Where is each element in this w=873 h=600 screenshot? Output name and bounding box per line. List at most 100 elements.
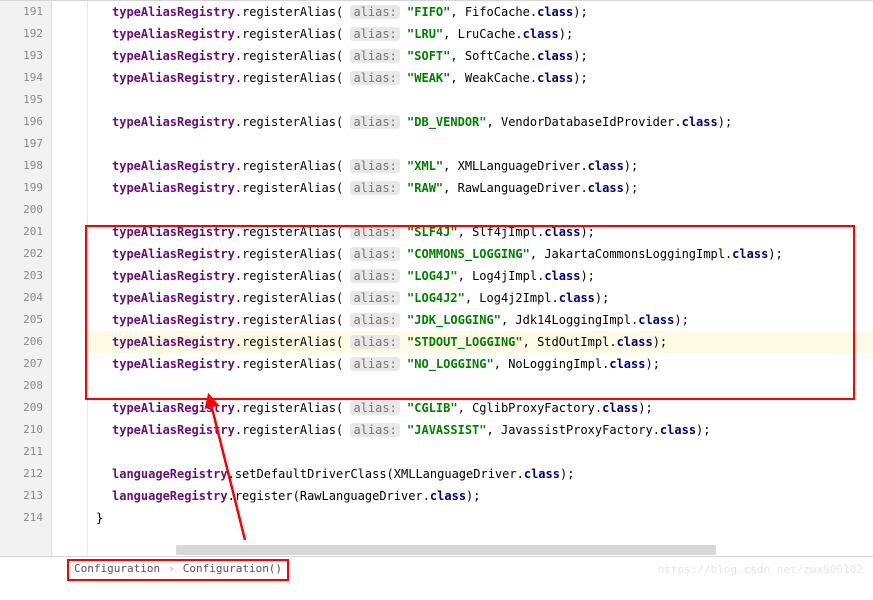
method-call: registerAlias: [242, 115, 336, 129]
punctuation: .: [235, 401, 242, 415]
class-reference: Log4jImpl: [472, 269, 537, 283]
line-number[interactable]: 210: [0, 419, 43, 441]
code-line[interactable]: typeAliasRegistry.registerAlias( alias: …: [88, 265, 873, 287]
field-reference: typeAliasRegistry: [112, 291, 235, 305]
keyword: class: [588, 159, 624, 173]
field-reference: typeAliasRegistry: [112, 181, 235, 195]
line-number[interactable]: 202: [0, 243, 43, 265]
punctuation: );: [645, 357, 659, 371]
line-number[interactable]: 201: [0, 221, 43, 243]
line-number[interactable]: 204: [0, 287, 43, 309]
keyword: class: [617, 335, 653, 349]
code-line[interactable]: typeAliasRegistry.registerAlias( alias: …: [88, 111, 873, 133]
code-line[interactable]: typeAliasRegistry.registerAlias( alias: …: [88, 331, 873, 353]
indent-guide: [52, 1, 88, 556]
punctuation: }: [96, 511, 103, 525]
code-line[interactable]: typeAliasRegistry.registerAlias( alias: …: [88, 353, 873, 375]
line-number[interactable]: 207: [0, 353, 43, 375]
code-line[interactable]: typeAliasRegistry.registerAlias( alias: …: [88, 309, 873, 331]
code-line[interactable]: typeAliasRegistry.registerAlias( alias: …: [88, 397, 873, 419]
line-number-gutter[interactable]: 1911921931941951961971981992002012022032…: [0, 1, 52, 556]
punctuation: .: [235, 5, 242, 19]
code-line[interactable]: languageRegistry.register(RawLanguageDri…: [88, 485, 873, 507]
field-reference: typeAliasRegistry: [112, 115, 235, 129]
punctuation: );: [573, 5, 587, 19]
breadcrumb-item-class[interactable]: Configuration: [70, 562, 164, 575]
line-number[interactable]: 212: [0, 463, 43, 485]
line-number[interactable]: 193: [0, 45, 43, 67]
string-literal: "SLF4J": [407, 225, 458, 239]
code-line[interactable]: [88, 89, 873, 111]
line-number[interactable]: 192: [0, 23, 43, 45]
code-line[interactable]: typeAliasRegistry.registerAlias( alias: …: [88, 23, 873, 45]
method-call: registerAlias: [242, 71, 336, 85]
punctuation: [400, 181, 407, 195]
watermark-text: https://blog.csdn.net/zwx900102: [658, 563, 863, 576]
line-number[interactable]: 203: [0, 265, 43, 287]
code-line[interactable]: [88, 199, 873, 221]
punctuation: );: [580, 225, 594, 239]
string-literal: "CGLIB": [407, 401, 458, 415]
line-number[interactable]: 205: [0, 309, 43, 331]
code-line[interactable]: [88, 133, 873, 155]
code-line[interactable]: typeAliasRegistry.registerAlias( alias: …: [88, 1, 873, 23]
punctuation: [400, 401, 407, 415]
punctuation: [400, 313, 407, 327]
keyword: class: [638, 313, 674, 327]
keyword: class: [537, 49, 573, 63]
keyword: class: [602, 401, 638, 415]
code-line[interactable]: languageRegistry.setDefaultDriverClass(X…: [88, 463, 873, 485]
punctuation: );: [560, 467, 574, 481]
line-number[interactable]: 195: [0, 89, 43, 111]
code-editor[interactable]: typeAliasRegistry.registerAlias( alias: …: [88, 1, 873, 556]
string-literal: "RAW": [407, 181, 443, 195]
line-number[interactable]: 214: [0, 507, 43, 529]
line-number[interactable]: 194: [0, 67, 43, 89]
punctuation: );: [696, 423, 710, 437]
code-line[interactable]: [88, 441, 873, 463]
line-number[interactable]: 198: [0, 155, 43, 177]
field-reference: languageRegistry: [112, 489, 228, 503]
line-number[interactable]: 191: [0, 1, 43, 23]
line-number[interactable]: 208: [0, 375, 43, 397]
punctuation: [400, 115, 407, 129]
punctuation: .: [235, 357, 242, 371]
parameter-hint: alias:: [350, 313, 399, 327]
line-number[interactable]: 196: [0, 111, 43, 133]
code-line[interactable]: typeAliasRegistry.registerAlias( alias: …: [88, 419, 873, 441]
code-line[interactable]: typeAliasRegistry.registerAlias( alias: …: [88, 221, 873, 243]
method-call: registerAlias: [242, 5, 336, 19]
line-number[interactable]: 199: [0, 177, 43, 199]
code-line[interactable]: typeAliasRegistry.registerAlias( alias: …: [88, 155, 873, 177]
code-line[interactable]: typeAliasRegistry.registerAlias( alias: …: [88, 67, 873, 89]
line-number[interactable]: 197: [0, 133, 43, 155]
line-number[interactable]: 200: [0, 199, 43, 221]
class-reference: RawLanguageDriver: [458, 181, 581, 195]
line-number[interactable]: 213: [0, 485, 43, 507]
breadcrumb-item-method[interactable]: Configuration(): [179, 562, 286, 575]
code-line[interactable]: }: [88, 507, 873, 529]
keyword: class: [660, 423, 696, 437]
punctuation: .: [235, 335, 242, 349]
line-number[interactable]: 206: [0, 331, 43, 353]
horizontal-scrollbar[interactable]: [176, 545, 873, 556]
code-line[interactable]: typeAliasRegistry.registerAlias( alias: …: [88, 45, 873, 67]
punctuation: (: [336, 49, 350, 63]
line-number[interactable]: 211: [0, 441, 43, 463]
code-line[interactable]: typeAliasRegistry.registerAlias( alias: …: [88, 287, 873, 309]
punctuation: );: [674, 313, 688, 327]
line-number[interactable]: 209: [0, 397, 43, 419]
code-line[interactable]: typeAliasRegistry.registerAlias( alias: …: [88, 177, 873, 199]
code-line[interactable]: [88, 375, 873, 397]
horizontal-scrollbar-thumb[interactable]: [176, 545, 716, 555]
punctuation: (: [336, 291, 350, 305]
editor-container: 1911921931941951961971981992002012022032…: [0, 0, 873, 556]
punctuation: ,: [487, 423, 501, 437]
code-line[interactable]: typeAliasRegistry.registerAlias( alias: …: [88, 243, 873, 265]
punctuation: .: [228, 489, 235, 503]
method-call: registerAlias: [242, 269, 336, 283]
punctuation: .: [235, 269, 242, 283]
punctuation: ,: [443, 159, 457, 173]
punctuation: );: [768, 247, 782, 261]
punctuation: .: [423, 489, 430, 503]
